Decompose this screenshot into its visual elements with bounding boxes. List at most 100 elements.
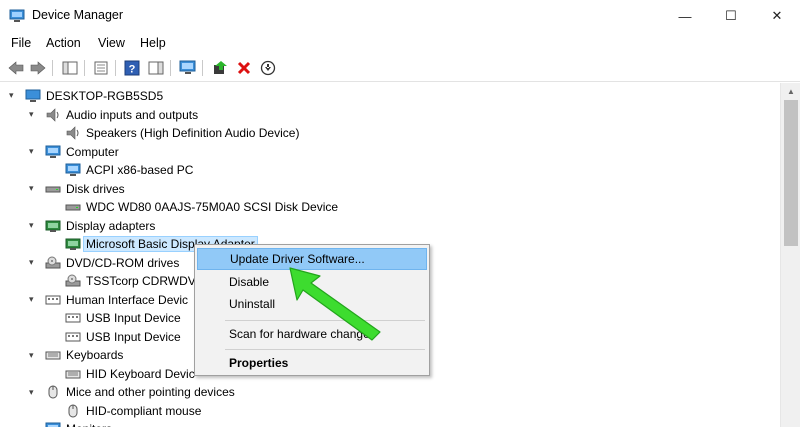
tree-node-label: Audio inputs and outputs [66, 107, 199, 122]
back-icon[interactable] [6, 58, 26, 78]
properties-menu-item[interactable]: Properties [197, 352, 427, 374]
chevron-down-icon[interactable]: ▾ [29, 220, 34, 231]
chevron-down-icon[interactable]: ▾ [29, 109, 34, 120]
monitor-icon [65, 163, 81, 176]
update-driver-menu-item[interactable]: Update Driver Software... [197, 248, 427, 270]
menu-bar: File Action View Help [0, 32, 800, 54]
tree-category[interactable]: Human Interface Devic [45, 290, 188, 309]
display-adapter-icon [65, 238, 81, 250]
disable-device-icon[interactable] [258, 58, 278, 78]
maximize-button[interactable]: ☐ [708, 0, 754, 32]
tree-category[interactable]: Computer [45, 142, 119, 161]
tree-node-label: Speakers (High Definition Audio Device) [86, 126, 300, 140]
toolbar-separator [115, 60, 116, 76]
tree-category[interactable]: DVD/CD-ROM drives [45, 253, 179, 272]
title-bar: Device Manager — ☐ ✕ [0, 0, 800, 32]
menu-separator [225, 349, 425, 350]
tree-node-label: Computer [66, 144, 119, 159]
window-title: Device Manager [32, 8, 124, 22]
toolbar-separator [52, 60, 53, 76]
toolbar-separator [170, 60, 171, 76]
chevron-down-icon[interactable]: ▾ [29, 350, 34, 361]
chevron-down-icon[interactable]: ▾ [29, 257, 34, 268]
toolbar-separator [84, 60, 85, 76]
tree-category[interactable]: Audio inputs and outputs [45, 105, 198, 124]
speaker-icon [46, 107, 59, 122]
menu-action[interactable]: Action [46, 36, 81, 50]
scan-hardware-menu-item[interactable]: Scan for hardware changes [197, 323, 427, 345]
mouse-icon [68, 404, 78, 417]
disable-menu-item[interactable]: Disable [197, 271, 427, 293]
disk-drive-icon [65, 204, 81, 211]
tree-category[interactable]: Monitors [45, 420, 112, 427]
tree-node-label: WDC WD80 0AAJS-75M0A0 SCSI Disk Device [86, 200, 339, 214]
show-hide-console-tree-icon[interactable] [60, 58, 80, 78]
menu-separator [225, 320, 425, 321]
uninstall-device-icon[interactable] [234, 58, 254, 78]
menu-help[interactable]: Help [140, 36, 166, 50]
menu-view[interactable]: View [98, 36, 125, 50]
tree-category[interactable]: Disk drives [45, 179, 125, 198]
device-manager-icon [9, 9, 25, 22]
properties-sheet-icon[interactable] [91, 58, 111, 78]
update-driver-icon[interactable] [210, 58, 230, 78]
tree-node-label: Display adapters [66, 218, 156, 233]
tree-node-label: TSSTcorp CDRWDVI [86, 274, 200, 288]
toolbar-separator [202, 60, 203, 76]
scrollbar-thumb[interactable] [784, 100, 798, 246]
chevron-down-icon[interactable]: ▾ [9, 90, 14, 101]
chevron-down-icon[interactable]: ▾ [29, 387, 34, 398]
scroll-up-icon[interactable]: ▲ [781, 83, 800, 100]
tree-category[interactable]: Mice and other pointing devices [45, 383, 235, 402]
chevron-down-icon[interactable]: ▾ [29, 424, 34, 427]
tree-device[interactable]: WDC WD80 0AAJS-75M0A0 SCSI Disk Device [65, 198, 338, 217]
forward-icon[interactable] [28, 58, 48, 78]
dvd-drive-icon [65, 274, 81, 287]
hid-icon [45, 295, 61, 304]
tree-category[interactable]: Keyboards [45, 346, 123, 365]
tree-device[interactable]: Speakers (High Definition Audio Device) [65, 124, 299, 143]
tree-node-label: Disk drives [66, 181, 125, 196]
scan-hardware-icon[interactable] [178, 58, 198, 78]
tree-device[interactable]: HID Keyboard Devic [65, 364, 195, 383]
tree-device[interactable]: USB Input Device [65, 309, 181, 328]
minimize-button[interactable]: — [662, 0, 708, 32]
chevron-down-icon[interactable]: ▾ [29, 294, 34, 305]
menu-file[interactable]: File [11, 36, 31, 50]
tree-node-label: Keyboards [66, 348, 124, 362]
disk-drive-icon [45, 186, 61, 192]
tree-node-label: USB Input Device [86, 329, 181, 344]
help-icon[interactable]: ? [122, 58, 142, 78]
toolbar: ? [0, 54, 800, 82]
tree-node-label: Human Interface Devic [66, 292, 189, 307]
vertical-scrollbar[interactable]: ▲ [780, 83, 800, 427]
tree-node-label: Monitors [66, 422, 112, 427]
tree-root[interactable]: DESKTOP-RGB5SD5 [25, 86, 163, 105]
tree-node-label: USB Input Device [86, 311, 181, 325]
keyboard-icon [65, 370, 81, 378]
keyboard-icon [45, 351, 61, 360]
display-adapter-icon [45, 220, 61, 232]
tree-node-label: HID-compliant mouse [86, 403, 202, 418]
tree-device[interactable]: HID-compliant mouse [65, 401, 201, 420]
uninstall-menu-item[interactable]: Uninstall [197, 293, 427, 315]
hid-icon [65, 313, 81, 323]
mouse-icon [48, 385, 58, 399]
tree-device[interactable]: USB Input Device [65, 327, 181, 346]
tree-node-label: DVD/CD-ROM drives [66, 255, 180, 270]
dvd-drive-icon [45, 256, 61, 268]
tree-category[interactable]: Display adapters [45, 216, 155, 235]
chevron-down-icon[interactable]: ▾ [29, 146, 34, 157]
close-button[interactable]: ✕ [754, 0, 800, 32]
speaker-icon [66, 126, 79, 140]
tree-node-label: HID Keyboard Devic [86, 366, 195, 381]
hid-icon [65, 332, 81, 341]
action-pane-icon[interactable] [146, 58, 166, 78]
context-menu: Update Driver Software... Disable Uninst… [194, 244, 430, 376]
svg-text:?: ? [129, 64, 136, 76]
tree-device[interactable]: TSSTcorp CDRWDVI [65, 272, 199, 291]
tree-device[interactable]: ACPI x86-based PC [65, 161, 193, 180]
tree-node-label: ACPI x86-based PC [86, 163, 194, 177]
monitor-icon [45, 145, 61, 158]
chevron-down-icon[interactable]: ▾ [29, 183, 34, 194]
